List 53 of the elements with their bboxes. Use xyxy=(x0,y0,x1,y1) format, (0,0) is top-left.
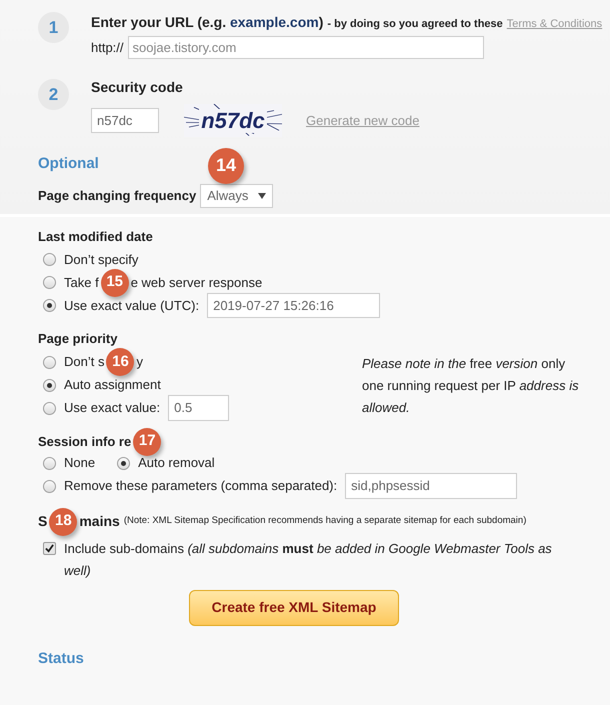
option-label: Take f xyxy=(64,274,99,292)
option-label: Use exact value: xyxy=(64,399,160,418)
step-number: 1 xyxy=(38,12,69,43)
radio-button[interactable] xyxy=(43,480,56,492)
number-badge: 14 xyxy=(208,148,244,184)
section-title: Last modified date xyxy=(38,228,153,246)
option-label: y xyxy=(136,353,143,372)
number-badge: 16 xyxy=(106,348,134,376)
subdomain-note: (Note: XML Sitemap Specification recommends having a separate sitemap for each subdomain) xyxy=(124,514,526,528)
checkbox-label: Include sub-domains (all subdomains must be added in Google Webmaster Tools as well) xyxy=(64,540,553,580)
radio-button[interactable] xyxy=(117,456,130,470)
option-label: Remove these parameters (comma separated): xyxy=(64,477,338,496)
radio-button[interactable] xyxy=(43,356,56,368)
url-prefix: http:// xyxy=(91,38,124,57)
number-badge: 17 xyxy=(133,428,162,456)
frequency-select[interactable]: Always xyxy=(200,184,274,208)
url-field[interactable]: soojae.tistory.com xyxy=(128,36,484,59)
radio-button[interactable] xyxy=(43,378,56,392)
checkbox[interactable] xyxy=(43,542,56,554)
radio-button[interactable] xyxy=(43,456,56,470)
option-label: Auto assignment xyxy=(64,376,161,394)
step-number: 2 xyxy=(38,79,69,110)
text-field[interactable]: sid,phpsessid xyxy=(345,473,518,499)
text-field[interactable]: 0.5 xyxy=(168,395,230,421)
section-title: mains xyxy=(79,512,120,531)
number-badge: 18 xyxy=(49,508,78,536)
option-label: None xyxy=(64,454,96,472)
free-version-note: Please note in the free version only one running request per IP address is allowed. xyxy=(362,355,580,417)
section-title: S xyxy=(38,512,48,531)
check-icon xyxy=(45,544,54,552)
text-field[interactable]: 2019-07-27 15:26:16 xyxy=(207,292,380,318)
option-label: Auto removal xyxy=(138,454,215,472)
step-title: Security code xyxy=(91,78,184,97)
text-field[interactable]: n57dc xyxy=(91,108,159,134)
step-title: Enter your URL (e.g. example.com) xyxy=(91,13,324,32)
radio-button[interactable] xyxy=(43,402,56,414)
agreement-text: - by doing so you agreed to these xyxy=(327,17,503,32)
section-title: Page priority xyxy=(38,330,118,348)
option-label: Don’t s xyxy=(64,353,104,372)
field-label: Page changing frequency xyxy=(38,186,196,205)
section-heading: Status xyxy=(38,648,84,668)
option-label: Use exact value (UTC): xyxy=(64,296,200,315)
radio-button[interactable] xyxy=(43,253,56,266)
number-badge: 15 xyxy=(100,268,129,296)
section-heading: Optional xyxy=(38,154,99,174)
radio-button[interactable] xyxy=(43,276,56,289)
option-label: e web server response xyxy=(130,274,262,292)
section-title: Session info re xyxy=(38,432,132,451)
captcha-text: n57dc xyxy=(199,108,267,132)
create-sitemap-button[interactable]: Create free XML Sitemap xyxy=(189,590,399,626)
option-label: Don’t specify xyxy=(64,250,138,269)
radio-button[interactable] xyxy=(43,299,56,312)
dropdown-caret-icon xyxy=(258,192,266,198)
